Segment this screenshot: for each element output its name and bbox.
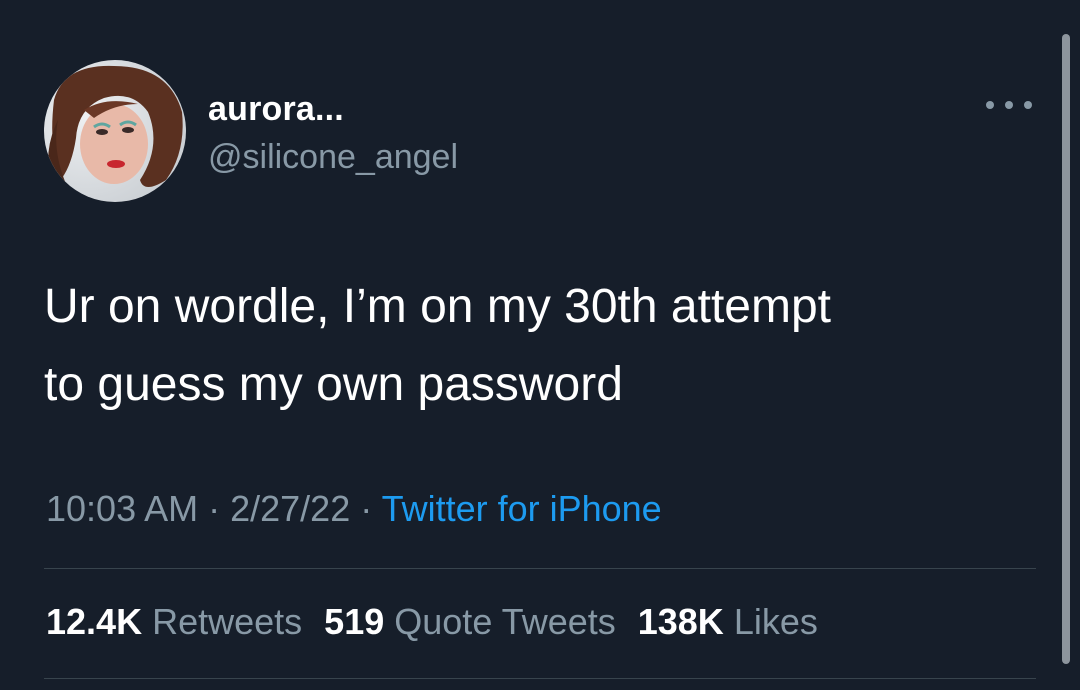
dot	[1005, 101, 1013, 109]
likes-count: 138K	[637, 601, 724, 642]
tweet-meta: 10:03 AM · 2/27/22 · Twitter for iPhone	[46, 488, 662, 530]
likes-label: Likes	[733, 601, 818, 642]
tweet-date[interactable]: 2/27/22	[230, 488, 350, 529]
user-avatar-photo-icon	[44, 60, 186, 202]
dot	[1024, 101, 1032, 109]
divider	[44, 568, 1036, 569]
author-display-name[interactable]: aurora...	[208, 90, 344, 129]
meta-separator: ·	[198, 488, 231, 529]
scrollbar[interactable]	[1062, 34, 1070, 664]
quote-tweets-count: 519	[324, 601, 385, 642]
avatar[interactable]	[44, 60, 186, 202]
tweet-text-line: Ur on wordle, I’m on my 30th attempt	[44, 280, 831, 333]
retweets-label: Retweets	[152, 601, 303, 642]
more-options-icon[interactable]	[986, 92, 1032, 118]
retweets-stat[interactable]: 12.4K Retweets	[46, 601, 302, 642]
tweet-stats: 12.4K Retweets 519 Quote Tweets 138K Likes	[46, 601, 840, 643]
tweet-detail-screen: aurora... @silicone_angel Ur on wordle, …	[0, 0, 1080, 690]
dot	[986, 101, 994, 109]
retweets-count: 12.4K	[46, 601, 143, 642]
meta-separator: ·	[350, 488, 382, 529]
quote-tweets-label: Quote Tweets	[394, 601, 616, 642]
quote-tweets-stat[interactable]: 519 Quote Tweets	[324, 601, 616, 642]
tweet-time[interactable]: 10:03 AM	[46, 488, 198, 529]
tweet-source-link[interactable]: Twitter for iPhone	[382, 488, 662, 529]
author-handle[interactable]: @silicone_angel	[208, 138, 458, 177]
divider	[44, 678, 1036, 679]
tweet-text-line: to guess my own password	[44, 358, 623, 411]
likes-stat[interactable]: 138K Likes	[638, 601, 818, 642]
tweet-text: Ur on wordle, I’m on my 30th attempt to …	[44, 268, 1034, 424]
